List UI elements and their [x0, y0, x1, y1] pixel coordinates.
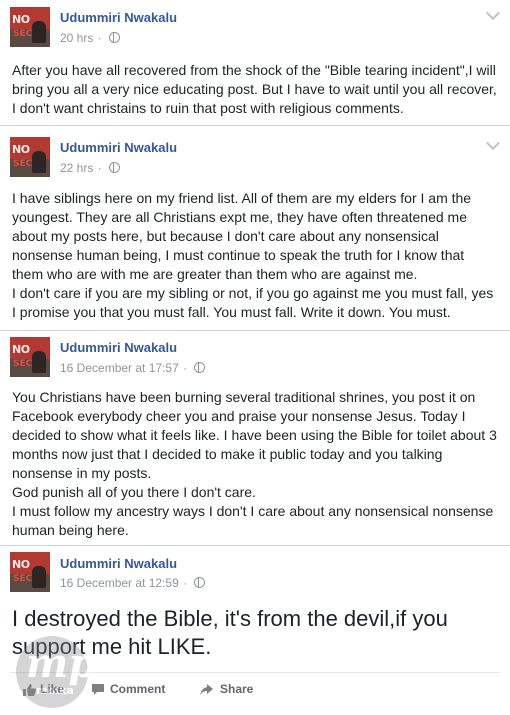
comment-button[interactable]: Comment — [110, 682, 165, 696]
post-meta: 16 December at 17:57 · — [60, 361, 206, 375]
avatar-text-2: SEC — [13, 29, 33, 39]
avatar-figure — [32, 151, 46, 173]
watermark-brand: mp — [26, 640, 97, 687]
avatar[interactable]: NO SEC — [10, 552, 50, 592]
post-1: NO SEC Udummiri Nwakalu 20 hrs · After y… — [0, 0, 510, 125]
post-text: After you have all recovered from the sh… — [12, 62, 497, 116]
chevron-down-icon[interactable] — [485, 135, 501, 151]
post-2: NO SEC Udummiri Nwakalu 22 hrs · I have … — [0, 126, 510, 330]
post-meta: 22 hrs · — [60, 161, 121, 175]
globe-icon — [109, 32, 121, 43]
globe-icon — [194, 362, 206, 373]
globe-icon — [194, 577, 206, 588]
post-time[interactable]: 22 hrs — [60, 161, 93, 175]
post-text: You Christians have been burning several… — [12, 389, 497, 538]
post-time[interactable]: 20 hrs — [60, 31, 93, 45]
avatar-figure — [32, 351, 46, 373]
post-time[interactable]: 16 December at 12:59 — [60, 576, 179, 590]
author-name[interactable]: Udummiri Nwakalu — [60, 340, 177, 355]
avatar[interactable]: NO SEC — [10, 337, 50, 377]
avatar-figure — [32, 21, 46, 43]
post-text: I have siblings here on my friend list. … — [12, 190, 494, 320]
chevron-down-icon[interactable] — [485, 5, 501, 21]
watermark-logo: mp mo.ka — [10, 632, 96, 710]
post-time[interactable]: 16 December at 17:57 — [60, 361, 179, 375]
avatar[interactable]: NO SEC — [10, 137, 50, 177]
avatar-text: NO — [12, 343, 30, 356]
globe-icon — [109, 162, 121, 173]
avatar-figure — [32, 566, 46, 588]
share-button[interactable]: Share — [220, 682, 253, 696]
avatar-text-2: SEC — [13, 574, 33, 584]
watermark-sub: mo.ka — [36, 684, 74, 697]
avatar[interactable]: NO SEC — [10, 7, 50, 47]
avatar-text: NO — [12, 13, 30, 26]
avatar-text: NO — [12, 558, 30, 571]
avatar-text: NO — [12, 143, 30, 156]
meta-separator: · — [183, 361, 188, 375]
share-icon[interactable] — [199, 683, 214, 696]
avatar-text-2: SEC — [13, 359, 33, 369]
author-name[interactable]: Udummiri Nwakalu — [60, 140, 177, 155]
post-3: NO SEC Udummiri Nwakalu 16 December at 1… — [0, 331, 510, 545]
meta-separator: · — [97, 161, 102, 175]
avatar-text-2: SEC — [13, 159, 33, 169]
author-name[interactable]: Udummiri Nwakalu — [60, 10, 177, 25]
author-name[interactable]: Udummiri Nwakalu — [60, 556, 177, 571]
post-meta: 20 hrs · — [60, 31, 121, 45]
post-meta: 16 December at 12:59 · — [60, 576, 206, 590]
meta-separator: · — [97, 31, 102, 45]
meta-separator: · — [183, 576, 188, 590]
